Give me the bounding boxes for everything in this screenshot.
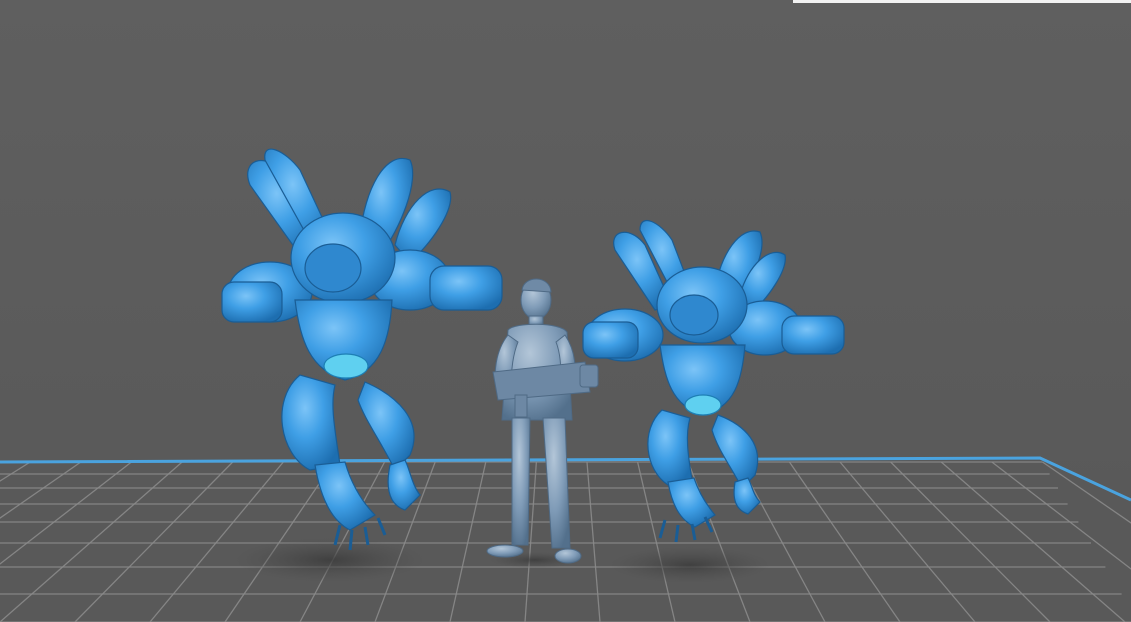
scene-canvas[interactable] [0,0,1131,622]
3d-viewport[interactable] [0,0,1131,622]
